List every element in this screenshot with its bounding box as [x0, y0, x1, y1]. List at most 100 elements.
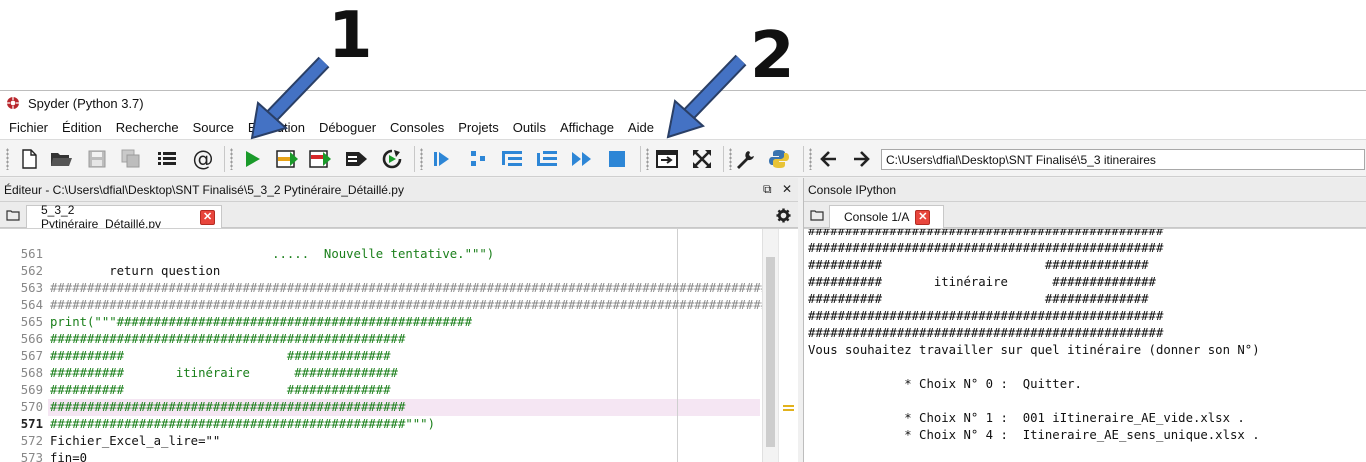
menu-source[interactable]: Source — [186, 120, 241, 135]
code-line: 561 ..... Nouvelle tentative.""") — [20, 247, 495, 261]
step-icon[interactable] — [465, 147, 491, 171]
code-line: 568 ########## itinéraire ############## — [20, 366, 398, 380]
editor-tabbar: 5_3_2 Pytinéraire_Détaillé.py ✕ — [0, 202, 798, 231]
browse-tabs-icon[interactable] — [810, 209, 824, 221]
undock-icon[interactable]: ⧉ — [763, 182, 772, 197]
forward-arrow-icon[interactable] — [848, 147, 874, 171]
toolbar-grip[interactable] — [420, 148, 423, 170]
step-into-icon[interactable] — [499, 147, 525, 171]
console-line: * Choix N° 0 : Quitter. — [808, 377, 1082, 391]
toolbar-separator — [224, 146, 225, 172]
menu-consoles[interactable]: Consoles — [383, 120, 451, 135]
title-bar: Spyder (Python 3.7) — [0, 91, 1366, 115]
code-line-current: 571 #####################################… — [20, 417, 435, 431]
main-toolbar: @ C:\Users\dfial\Desktop\SNT Finalisé\5_… — [0, 139, 1366, 177]
console-line: ########################################… — [808, 228, 1164, 238]
save-all-icon[interactable] — [118, 147, 144, 171]
close-console-icon[interactable]: ✕ — [915, 209, 931, 225]
console-tab-label: Console 1/A — [844, 210, 910, 224]
console-output[interactable]: ########################################… — [804, 228, 1366, 462]
menu-affichage[interactable]: Affichage — [553, 120, 621, 135]
console-line: ########################################… — [808, 326, 1164, 340]
window-title: Spyder (Python 3.7) — [28, 95, 144, 111]
run-selection-icon[interactable] — [343, 147, 369, 171]
at-sign-icon[interactable]: @ — [190, 147, 216, 171]
menu-bar: Fichier Édition Recherche Source Exécuti… — [0, 115, 1366, 139]
code-line: 562 return question — [20, 264, 221, 278]
console-line: ########################################… — [808, 241, 1164, 255]
console-line: * Choix N° 4 : Itineraire_AE_sens_unique… — [808, 428, 1260, 442]
code-editor[interactable]: 561 ..... Nouvelle tentative.""") 562 re… — [0, 228, 798, 462]
close-pane-icon[interactable]: ✕ — [782, 182, 792, 196]
continue-icon[interactable] — [569, 147, 595, 171]
run-cell-advance-icon[interactable] — [308, 147, 334, 171]
editor-tab-label: 5_3_2 Pytinéraire_Détaillé.py — [41, 203, 162, 231]
editor-header: Éditeur - C:\Users\dfial\Desktop\SNT Fin… — [0, 178, 798, 202]
toolbar-separator — [640, 146, 641, 172]
editor-file-tab[interactable]: 5_3_2 Pytinéraire_Détaillé.py ✕ — [26, 203, 222, 231]
working-directory-field[interactable]: C:\Users\dfial\Desktop\SNT Finalisé\5_3 … — [881, 149, 1365, 170]
spyder-window: Spyder (Python 3.7) Fichier Édition Rech… — [0, 90, 1366, 462]
toolbar-grip[interactable] — [230, 148, 233, 170]
warning-flag-marker[interactable] — [783, 409, 794, 411]
code-line: 572 Fichier_Excel_a_lire="" — [20, 434, 221, 448]
browse-tabs-icon[interactable] — [6, 209, 20, 221]
scrollbar-thumb[interactable] — [766, 257, 775, 447]
editor-pane: Éditeur - C:\Users\dfial\Desktop\SNT Fin… — [0, 178, 798, 462]
console-line: * Choix N° 1 : 001 iItineraire_AE_vide.x… — [808, 411, 1245, 425]
code-line: 567 ########## ############## — [20, 349, 391, 363]
console-line: Vous souhaitez travailler sur quel itiné… — [808, 343, 1260, 357]
code-line: 565 print("""############################… — [20, 315, 472, 329]
preferences-wrench-icon[interactable] — [732, 147, 758, 171]
debug-icon[interactable] — [429, 147, 455, 171]
close-tab-icon[interactable]: ✕ — [200, 209, 215, 225]
open-file-icon[interactable] — [48, 147, 74, 171]
run-cell-icon[interactable] — [274, 147, 300, 171]
console-line: ########## ############## — [808, 292, 1149, 306]
spyder-logo-icon — [7, 97, 19, 109]
menu-outils[interactable]: Outils — [506, 120, 553, 135]
annotation-label-2: 2 — [750, 19, 795, 93]
fullscreen-icon[interactable] — [689, 147, 715, 171]
toolbar-separator — [414, 146, 415, 172]
console-tab[interactable]: Console 1/A ✕ — [829, 205, 944, 228]
annotation-label-1: 1 — [328, 0, 373, 73]
console-header: Console IPython — [804, 178, 1366, 202]
menu-edition[interactable]: Édition — [55, 120, 109, 135]
stop-debug-icon[interactable] — [604, 147, 630, 171]
menu-aide[interactable]: Aide — [621, 120, 661, 135]
menu-projets[interactable]: Projets — [451, 120, 505, 135]
toolbar-grip[interactable] — [6, 148, 9, 170]
gear-options-icon[interactable] — [776, 208, 791, 223]
menu-recherche[interactable]: Recherche — [109, 120, 186, 135]
warning-flag-marker[interactable] — [783, 405, 794, 407]
toolbar-grip[interactable] — [646, 148, 649, 170]
menu-deboguer[interactable]: Déboguer — [312, 120, 383, 135]
toolbar-grip[interactable] — [809, 148, 812, 170]
save-file-icon[interactable] — [84, 147, 110, 171]
code-line: 569 ########## ############## — [20, 383, 391, 397]
editor-scrollbar[interactable] — [762, 229, 778, 462]
console-pane: Console IPython Console 1/A ✕ ##########… — [803, 178, 1366, 462]
code-line: 564 #####################################… — [20, 298, 776, 312]
console-line: ########## ############## — [808, 258, 1149, 272]
toolbar-separator — [803, 146, 804, 172]
maximize-pane-icon[interactable] — [654, 147, 680, 171]
menu-fichier[interactable]: Fichier — [2, 120, 55, 135]
code-line: 566 #####################################… — [20, 332, 406, 346]
back-arrow-icon[interactable] — [816, 147, 842, 171]
code-line: 573 fin=0 — [20, 451, 88, 462]
console-line: ########## itinéraire ############## — [808, 275, 1156, 289]
toolbar-separator — [723, 146, 724, 172]
menu-execution[interactable]: Exécution — [241, 120, 312, 135]
list-icon[interactable] — [154, 147, 180, 171]
new-file-icon[interactable] — [16, 147, 42, 171]
run-file-icon[interactable] — [239, 147, 265, 171]
flag-area — [778, 229, 798, 462]
code-line: 570 #####################################… — [20, 400, 406, 414]
console-line: ########################################… — [808, 309, 1164, 323]
screenshot-root: 1 2 Spyder (Python 3.7) Fichier Édition … — [0, 0, 1366, 462]
step-return-icon[interactable] — [534, 147, 560, 171]
rerun-icon[interactable] — [379, 147, 405, 171]
python-path-icon[interactable] — [766, 147, 792, 171]
